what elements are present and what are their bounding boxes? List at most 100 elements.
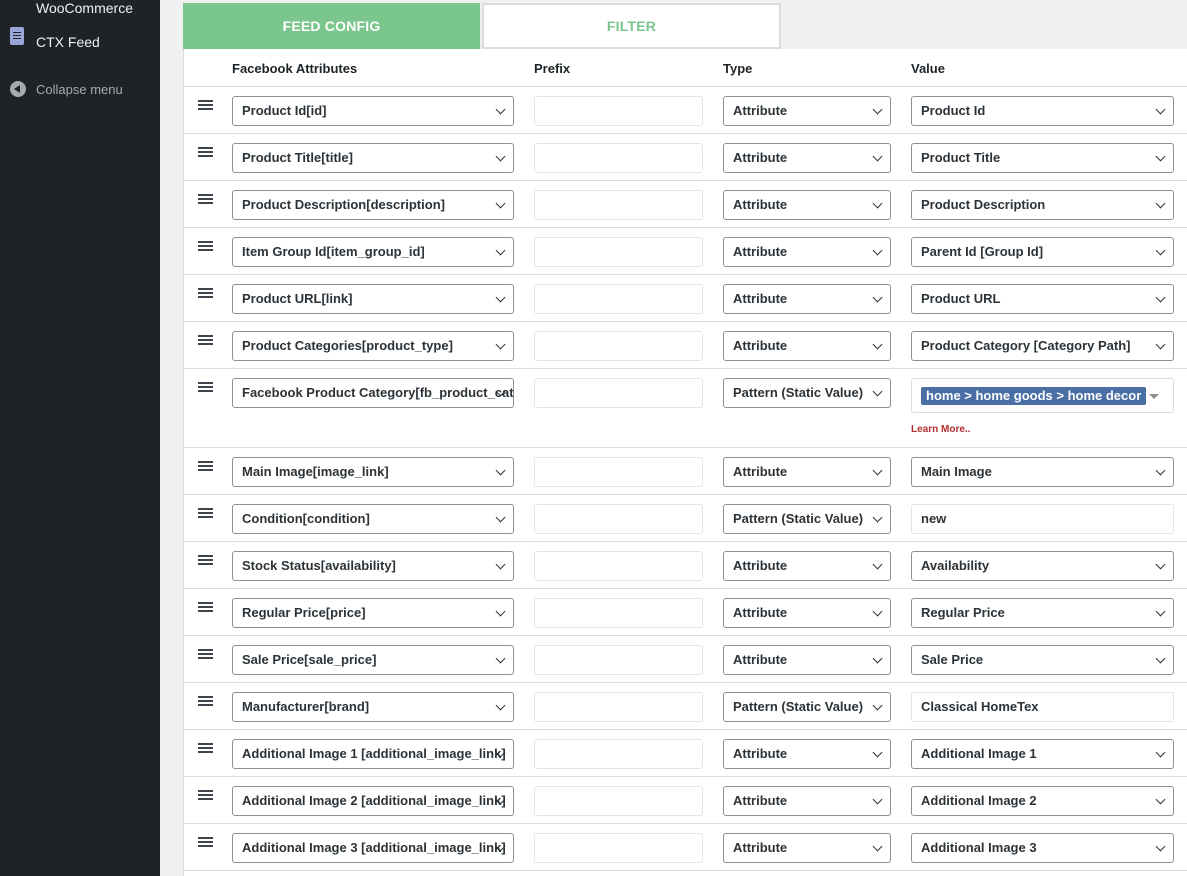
drag-handle-icon[interactable] [198, 241, 213, 251]
attribute-select[interactable]: Additional Image 3 [additional_image_lin… [232, 833, 514, 863]
prefix-input[interactable] [534, 645, 703, 675]
type-select[interactable]: Attribute [723, 143, 891, 173]
sidebar-item-woocommerce[interactable]: WooCommerce [0, 0, 160, 18]
category-tag-select[interactable]: home > home goods > home decor [911, 378, 1174, 413]
value-select[interactable]: Regular Price [911, 598, 1174, 628]
prefix-input[interactable] [534, 457, 703, 487]
type-select[interactable]: Attribute [723, 96, 891, 126]
type-select[interactable]: Pattern (Static Value) [723, 378, 891, 408]
chevron-down-icon [872, 339, 883, 350]
type-select[interactable]: Attribute [723, 331, 891, 361]
type-select[interactable]: Attribute [723, 237, 891, 267]
type-select[interactable]: Attribute [723, 284, 891, 314]
prefix-input[interactable] [534, 551, 703, 581]
value-select[interactable]: Additional Image 3 [911, 833, 1174, 863]
chevron-down-icon [872, 151, 883, 162]
attribute-select[interactable]: Manufacturer[brand] [232, 692, 514, 722]
type-select[interactable]: Attribute [723, 551, 891, 581]
attribute-select[interactable]: Product Categories[product_type] [232, 331, 514, 361]
chevron-down-icon [1155, 245, 1166, 256]
value-select[interactable]: Additional Image 2 [911, 786, 1174, 816]
attribute-select[interactable]: Regular Price[price] [232, 598, 514, 628]
attribute-select[interactable]: Product Title[title] [232, 143, 514, 173]
type-select[interactable]: Attribute [723, 598, 891, 628]
prefix-input[interactable] [534, 190, 703, 220]
prefix-input[interactable] [534, 237, 703, 267]
value-select[interactable]: Product Description [911, 190, 1174, 220]
value-select[interactable]: Additional Image 1 [911, 739, 1174, 769]
drag-handle-icon[interactable] [198, 382, 213, 392]
drag-handle-icon[interactable] [198, 508, 213, 518]
drag-handle-icon[interactable] [198, 288, 213, 298]
table-row: Facebook Product Category[fb_product_cat… [184, 369, 1187, 448]
prefix-input[interactable] [534, 143, 703, 173]
type-select[interactable]: Pattern (Static Value) [723, 504, 891, 534]
chevron-down-icon [495, 700, 506, 711]
learn-more-link[interactable]: Learn More.. [911, 424, 970, 435]
prefix-input[interactable] [534, 786, 703, 816]
drag-handle-icon[interactable] [198, 743, 213, 753]
attribute-select[interactable]: Main Image[image_link] [232, 457, 514, 487]
type-select[interactable]: Attribute [723, 833, 891, 863]
tab-feed-config[interactable]: FEED CONFIG [183, 3, 480, 49]
value-select[interactable]: Availability [911, 551, 1174, 581]
prefix-input[interactable] [534, 96, 703, 126]
attribute-select[interactable]: Stock Status[availability] [232, 551, 514, 581]
chevron-down-icon [1155, 653, 1166, 664]
prefix-input[interactable] [534, 284, 703, 314]
type-select[interactable]: Attribute [723, 457, 891, 487]
attribute-select[interactable]: Product Id[id] [232, 96, 514, 126]
value-select[interactable]: Parent Id [Group Id] [911, 237, 1174, 267]
attribute-select[interactable]: Additional Image 1 [additional_image_lin… [232, 739, 514, 769]
attribute-select[interactable]: Additional Image 2 [additional_image_lin… [232, 786, 514, 816]
type-select[interactable]: Attribute [723, 786, 891, 816]
type-select[interactable]: Attribute [723, 739, 891, 769]
type-select[interactable]: Pattern (Static Value) [723, 692, 891, 722]
value-select[interactable]: Product Category [Category Path] [911, 331, 1174, 361]
table-row: Product Title[title] Attribute Product T… [184, 134, 1187, 181]
drag-handle-icon[interactable] [198, 790, 213, 800]
table-header: Facebook Attributes Prefix Type Value [184, 49, 1187, 87]
type-select[interactable]: Attribute [723, 190, 891, 220]
attribute-select[interactable]: Condition[condition] [232, 504, 514, 534]
chevron-down-icon [1155, 151, 1166, 162]
prefix-input[interactable] [534, 378, 703, 408]
prefix-input[interactable] [534, 598, 703, 628]
admin-sidebar: WooCommerce CTX Feed Collapse menu [0, 0, 160, 876]
drag-handle-icon[interactable] [198, 461, 213, 471]
sidebar-item-ctx-feed[interactable]: CTX Feed [0, 27, 160, 57]
type-select[interactable]: Attribute [723, 645, 891, 675]
drag-handle-icon[interactable] [198, 696, 213, 706]
collapse-menu-button[interactable]: Collapse menu [0, 78, 160, 100]
drag-handle-icon[interactable] [198, 649, 213, 659]
attribute-select[interactable]: Sale Price[sale_price] [232, 645, 514, 675]
attribute-select[interactable]: Facebook Product Category[fb_product_cat… [232, 378, 514, 408]
chevron-down-icon [872, 104, 883, 115]
drag-handle-icon[interactable] [198, 194, 213, 204]
drag-handle-icon[interactable] [198, 147, 213, 157]
attribute-select[interactable]: Product URL[link] [232, 284, 514, 314]
drag-handle-icon[interactable] [198, 555, 213, 565]
value-select[interactable]: Product URL [911, 284, 1174, 314]
static-value-input[interactable]: Classical HomeTex [911, 692, 1174, 722]
value-select[interactable]: Sale Price [911, 645, 1174, 675]
prefix-input[interactable] [534, 504, 703, 534]
drag-handle-icon[interactable] [198, 335, 213, 345]
attribute-select[interactable]: Product Description[description] [232, 190, 514, 220]
prefix-input[interactable] [534, 833, 703, 863]
drag-handle-icon[interactable] [198, 602, 213, 612]
drag-handle-icon[interactable] [198, 837, 213, 847]
chevron-down-icon [495, 465, 506, 476]
value-select[interactable]: Main Image [911, 457, 1174, 487]
chevron-down-icon [872, 465, 883, 476]
chevron-down-icon [495, 245, 506, 256]
attribute-select[interactable]: Item Group Id[item_group_id] [232, 237, 514, 267]
value-select[interactable]: Product Id [911, 96, 1174, 126]
tab-filter[interactable]: FILTER [482, 3, 781, 49]
static-value-input[interactable]: new [911, 504, 1174, 534]
drag-handle-icon[interactable] [198, 100, 213, 110]
value-select[interactable]: Product Title [911, 143, 1174, 173]
prefix-input[interactable] [534, 692, 703, 722]
prefix-input[interactable] [534, 331, 703, 361]
prefix-input[interactable] [534, 739, 703, 769]
